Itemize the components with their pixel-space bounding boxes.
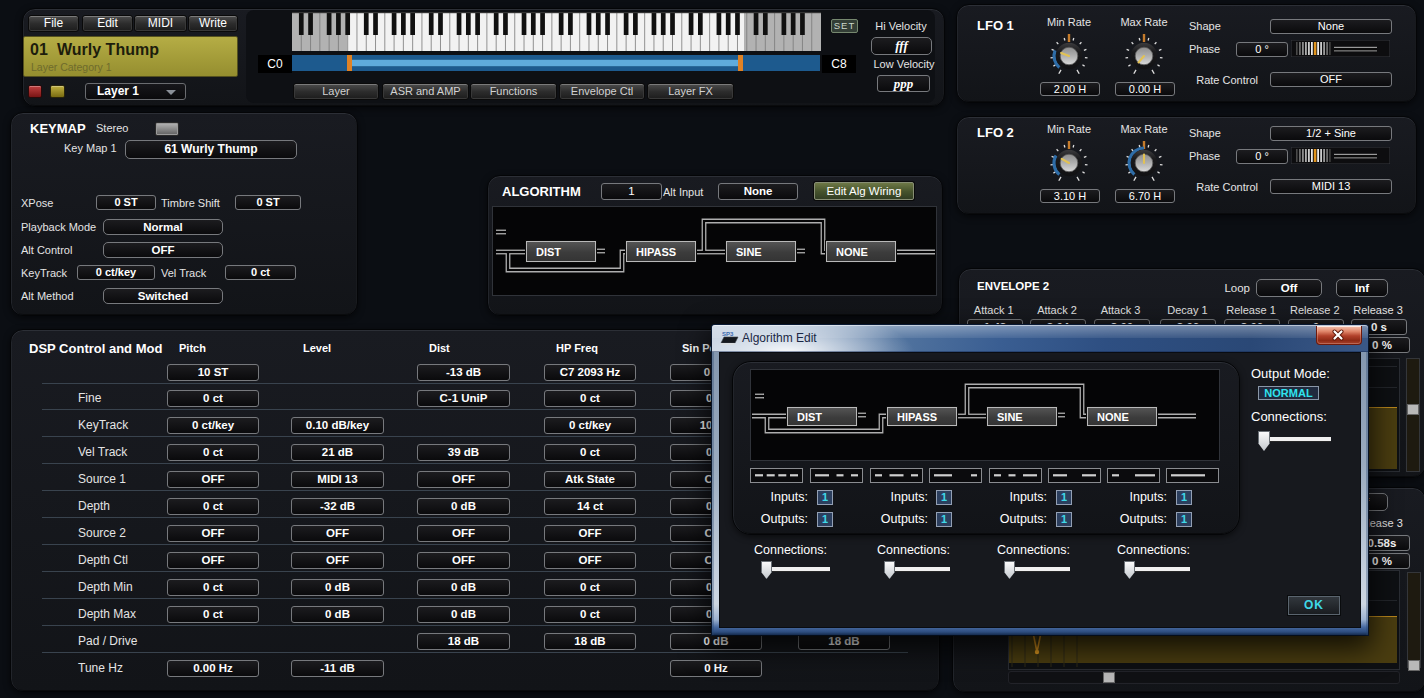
svg-text:SP3: SP3 [722, 331, 734, 337]
